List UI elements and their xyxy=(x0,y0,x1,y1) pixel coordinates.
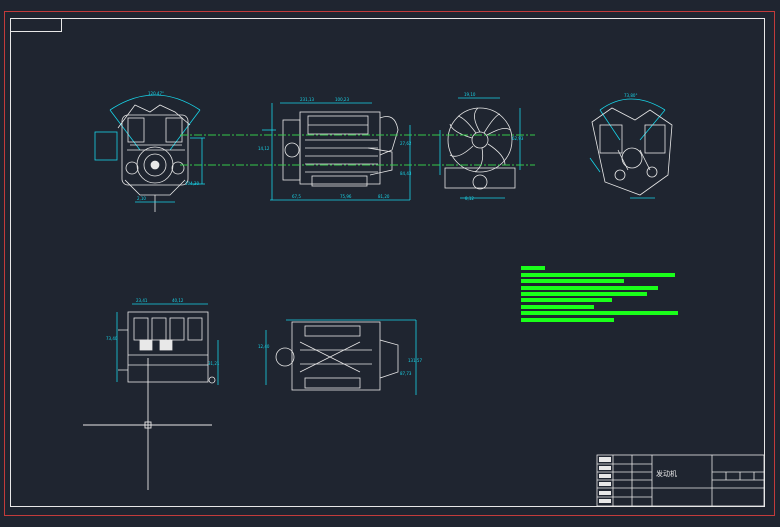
svg-text:131,57: 131,57 xyxy=(408,358,422,363)
engine-bottom-view: 12,40 131,57 87,73 xyxy=(258,319,422,395)
engine-fan-view: 19,10 8,12 62,93 xyxy=(439,92,524,201)
svg-text:2,10: 2,10 xyxy=(137,196,146,201)
engine-iso-view: 73,80° xyxy=(589,93,673,199)
title-block: 发动机 xyxy=(596,454,765,507)
svg-text:73,40: 73,40 xyxy=(106,336,118,341)
svg-text:14,12: 14,12 xyxy=(258,146,270,151)
svg-text:84,43: 84,43 xyxy=(400,171,412,176)
note-line-4 xyxy=(521,292,647,296)
svg-text:75,96: 75,96 xyxy=(340,194,352,199)
svg-text:87,73: 87,73 xyxy=(400,371,412,376)
svg-text:100,23: 100,23 xyxy=(335,97,349,102)
note-line-5 xyxy=(521,298,612,302)
svg-text:73,80°: 73,80° xyxy=(624,93,637,98)
engine-side-view: 231,13 100,23 67,5 75,96 81,20 27,62 84,… xyxy=(258,97,412,201)
note-line-3 xyxy=(521,286,658,290)
svg-text:8,12: 8,12 xyxy=(465,196,474,201)
svg-text:23,41: 23,41 xyxy=(136,298,148,303)
ucs-crosshair-icon xyxy=(83,358,212,490)
centerlines xyxy=(180,134,535,166)
svg-text:81,20: 81,20 xyxy=(378,194,390,199)
engine-front-view: 120.47° 104,30 2,10 xyxy=(94,91,205,212)
svg-text:27,62: 27,62 xyxy=(400,141,412,146)
svg-text:231,13: 231,13 xyxy=(300,97,314,102)
technical-requirements-notes xyxy=(521,266,678,322)
svg-text:12,40: 12,40 xyxy=(258,344,270,349)
svg-text:120.47°: 120.47° xyxy=(148,91,164,96)
svg-text:40,12: 40,12 xyxy=(172,298,184,303)
engine-top-view: 23,41 40,12 73,40 31,21 xyxy=(106,298,220,385)
svg-text:62,93: 62,93 xyxy=(512,136,524,141)
note-line-8 xyxy=(521,318,614,322)
svg-text:19,10: 19,10 xyxy=(464,92,476,97)
svg-text:31,21: 31,21 xyxy=(208,361,220,366)
note-line-2 xyxy=(521,279,624,283)
notes-heading xyxy=(521,266,545,270)
title-block-part-name: 发动机 xyxy=(656,469,677,478)
note-line-1 xyxy=(521,273,675,277)
note-line-7 xyxy=(521,311,678,315)
svg-text:67,5: 67,5 xyxy=(292,194,301,199)
cad-drawing-sheet: 120.47° 104,30 2,10 231,13 100,23 67,5 7… xyxy=(0,0,780,527)
svg-text:104,30: 104,30 xyxy=(185,181,199,186)
note-line-6 xyxy=(521,305,594,309)
drawing-canvas[interactable]: 120.47° 104,30 2,10 231,13 100,23 67,5 7… xyxy=(0,0,780,527)
